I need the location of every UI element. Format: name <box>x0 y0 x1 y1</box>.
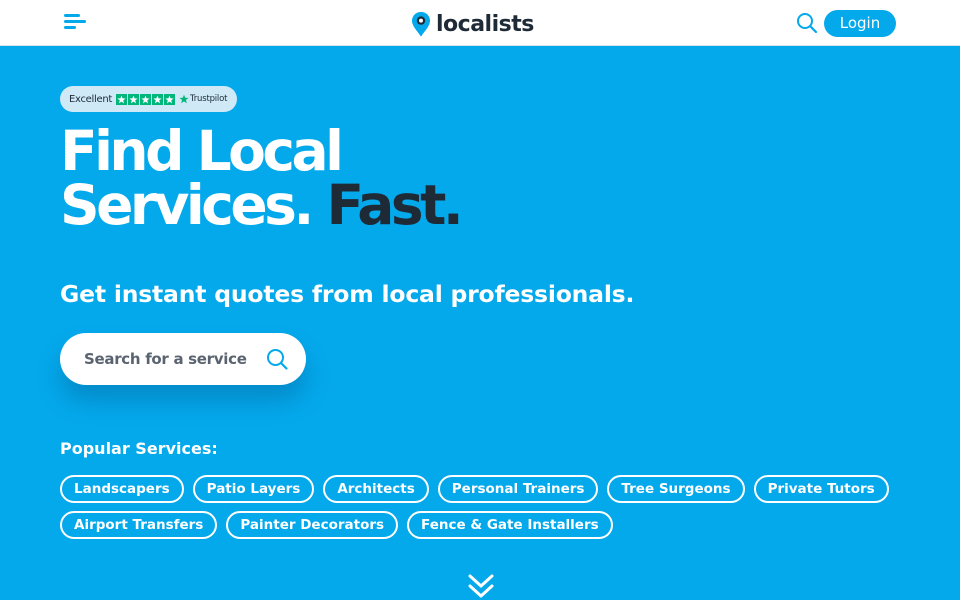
headline-line-2: Services. Fast. <box>60 178 464 233</box>
service-chip-fence-gate-installers[interactable]: Fence & Gate Installers <box>407 511 613 539</box>
search-icon[interactable] <box>796 12 818 34</box>
menu-icon[interactable] <box>64 13 88 33</box>
trustpilot-logo: Trustpilot <box>179 94 227 104</box>
top-navigation-bar: localists Login <box>0 0 960 46</box>
star-icon <box>139 93 151 105</box>
headline-line-1: Find Local <box>60 119 344 183</box>
service-chip-airport-transfers[interactable]: Airport Transfers <box>60 511 218 539</box>
star-icon <box>151 93 163 105</box>
double-chevron-down-icon[interactable] <box>467 572 495 600</box>
star-icon <box>115 93 127 105</box>
trustpilot-stars <box>115 93 175 105</box>
headline-services: Services. <box>60 173 314 237</box>
star-icon <box>163 93 175 105</box>
service-chip-landscapers[interactable]: Landscapers <box>60 475 184 503</box>
search-placeholder: Search for a service <box>84 350 247 368</box>
service-chip-personal-trainers[interactable]: Personal Trainers <box>437 475 599 503</box>
service-chip-patio-layers[interactable]: Patio Layers <box>192 475 315 503</box>
popular-services-row: Airport Transfers Painter Decorators Fen… <box>60 511 920 539</box>
trustpilot-badge[interactable]: Excellent Trustpilot <box>60 86 237 112</box>
service-chip-tree-surgeons[interactable]: Tree Surgeons <box>607 475 745 503</box>
service-chip-architects[interactable]: Architects <box>323 475 429 503</box>
popular-services-list: Landscapers Patio Layers Architects Pers… <box>60 475 920 547</box>
headline-fast: Fast. <box>326 173 463 237</box>
service-chip-painter-decorators[interactable]: Painter Decorators <box>226 511 399 539</box>
service-search-input[interactable]: Search for a service <box>60 333 306 385</box>
trustpilot-brand-text: Trustpilot <box>189 94 228 104</box>
logo-text: localists <box>436 11 534 37</box>
login-button[interactable]: Login <box>824 10 896 37</box>
star-icon <box>127 93 139 105</box>
service-chip-private-tutors[interactable]: Private Tutors <box>753 475 889 503</box>
localists-logo[interactable]: localists <box>411 10 534 38</box>
popular-services-row: Landscapers Patio Layers Architects Pers… <box>60 475 920 503</box>
popular-services-label: Popular Services: <box>60 439 218 458</box>
trustpilot-star-icon <box>179 94 189 104</box>
location-pin-icon <box>412 12 430 37</box>
trustpilot-rating-label: Excellent <box>69 93 112 105</box>
hero-subheading: Get instant quotes from local profession… <box>60 280 635 308</box>
search-icon[interactable] <box>266 348 288 370</box>
hero-headline: Find Local Services. Fast. <box>60 119 464 233</box>
